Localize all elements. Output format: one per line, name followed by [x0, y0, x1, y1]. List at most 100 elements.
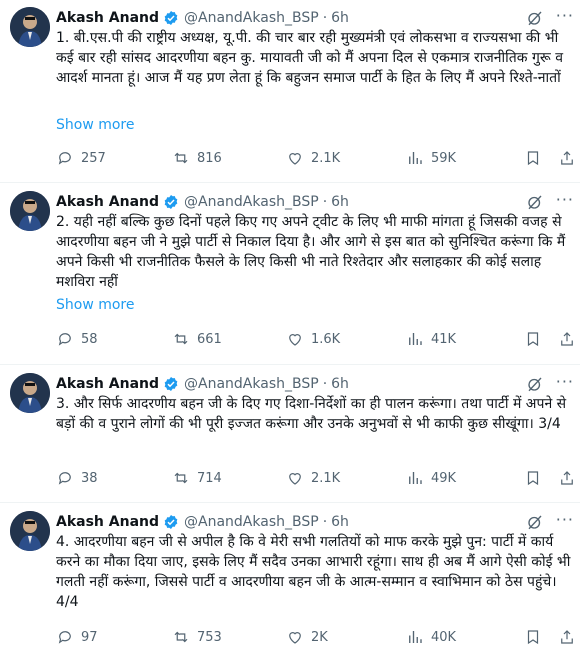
share-icon: [561, 151, 573, 165]
tweet-feed: Akash Anand @AnandAkash_BSP · 6h ··· 1. …: [0, 0, 580, 655]
views-button[interactable]: 59K: [406, 149, 456, 167]
timestamp[interactable]: 6h: [331, 10, 349, 26]
grok-icon[interactable]: [526, 513, 544, 531]
avatar[interactable]: [10, 373, 50, 413]
like-button[interactable]: 1.6K: [286, 330, 340, 348]
like-button[interactable]: 2.1K: [286, 469, 340, 487]
view-count: 59K: [431, 150, 457, 166]
bookmark-icon: [527, 471, 539, 486]
more-icon[interactable]: ···: [556, 374, 574, 390]
like-button[interactable]: 2.1K: [286, 149, 340, 167]
grok-icon[interactable]: [526, 375, 544, 393]
reply-count: 58: [81, 331, 98, 347]
repost-button[interactable]: 753: [172, 628, 222, 646]
bookmark-button[interactable]: [524, 469, 549, 487]
reply-button[interactable]: 257: [56, 149, 106, 167]
tweet[interactable]: Akash Anand @AnandAkash_BSP · 6h ··· 4. …: [0, 504, 580, 655]
bookmark-button[interactable]: [524, 330, 549, 348]
like-icon: [289, 153, 301, 165]
tweet-header: Akash Anand @AnandAkash_BSP · 6h: [56, 192, 349, 212]
view-count: 40K: [431, 629, 457, 645]
tweet-header: Akash Anand @AnandAkash_BSP · 6h: [56, 512, 349, 532]
bookmark-icon: [527, 332, 539, 347]
share-button[interactable]: [558, 628, 580, 646]
verified-badge-icon: [164, 11, 178, 25]
views-icon: [409, 152, 422, 164]
tweet-text: 4. आदरणीया बहन जी से अपील है कि वे मेरी …: [56, 534, 571, 610]
reply-button[interactable]: 38: [56, 469, 98, 487]
separator-dot: ·: [322, 376, 328, 392]
reply-count: 38: [81, 470, 98, 486]
author-handle[interactable]: @AnandAkash_BSP: [184, 10, 319, 26]
like-icon: [289, 632, 301, 644]
more-icon[interactable]: ···: [556, 512, 574, 528]
views-button[interactable]: 40K: [406, 628, 456, 646]
avatar[interactable]: [10, 7, 50, 47]
more-icon[interactable]: ···: [556, 8, 574, 24]
tweet[interactable]: Akash Anand @AnandAkash_BSP · 6h ··· 3. …: [0, 366, 580, 503]
share-button[interactable]: [558, 469, 580, 487]
separator-dot: ·: [322, 194, 328, 210]
share-icon: [561, 630, 573, 644]
show-more-link[interactable]: Show more: [56, 117, 135, 133]
reply-button[interactable]: 97: [56, 628, 98, 646]
show-more-link[interactable]: Show more: [56, 297, 135, 313]
author-handle[interactable]: @AnandAkash_BSP: [184, 514, 319, 530]
timestamp[interactable]: 6h: [331, 376, 349, 392]
tweet-text: 1. बी.एस.पी की राष्ट्रीय अध्यक्ष, यू.पी.…: [56, 30, 563, 86]
author-name[interactable]: Akash Anand: [56, 376, 159, 392]
verified-badge-icon: [164, 515, 178, 529]
like-count: 1.6K: [311, 331, 341, 347]
avatar[interactable]: [10, 191, 50, 231]
view-count: 49K: [431, 470, 457, 486]
views-icon: [409, 472, 422, 484]
author-name[interactable]: Akash Anand: [56, 194, 159, 210]
share-button[interactable]: [558, 330, 580, 348]
tweet-actions: 97 753 2K 40K: [56, 628, 576, 648]
bookmark-button[interactable]: [524, 628, 549, 646]
repost-button[interactable]: 661: [172, 330, 222, 348]
grok-icon[interactable]: [526, 193, 544, 211]
view-count: 41K: [431, 331, 457, 347]
views-icon: [409, 631, 422, 643]
grok-icon[interactable]: [526, 9, 544, 27]
repost-button[interactable]: 816: [172, 149, 222, 167]
tweet[interactable]: Akash Anand @AnandAkash_BSP · 6h ··· 1. …: [0, 0, 580, 183]
repost-icon: [174, 152, 188, 164]
views-icon: [409, 333, 422, 345]
repost-count: 753: [197, 629, 222, 645]
author-name[interactable]: Akash Anand: [56, 10, 159, 26]
timestamp[interactable]: 6h: [331, 514, 349, 530]
avatar[interactable]: [10, 511, 50, 551]
tweet-actions: 58 661 1.6K 41K: [56, 330, 576, 350]
repost-icon: [174, 333, 188, 345]
bookmark-button[interactable]: [524, 149, 549, 167]
views-button[interactable]: 41K: [406, 330, 456, 348]
share-icon: [561, 332, 573, 346]
views-button[interactable]: 49K: [406, 469, 456, 487]
tweet-actions: 38 714 2.1K 49K: [56, 469, 576, 489]
reply-icon: [58, 631, 71, 644]
share-icon: [561, 471, 573, 485]
share-button[interactable]: [558, 149, 580, 167]
author-name[interactable]: Akash Anand: [56, 514, 159, 530]
like-count: 2K: [311, 629, 328, 645]
reply-icon: [58, 472, 71, 485]
tweet-text: 2. यही नहीं बल्कि कुछ दिनों पहले किए गए …: [56, 214, 566, 290]
like-icon: [289, 473, 301, 485]
verified-badge-icon: [164, 195, 178, 209]
repost-icon: [174, 631, 188, 643]
separator-dot: ·: [322, 514, 328, 530]
author-handle[interactable]: @AnandAkash_BSP: [184, 376, 319, 392]
tweet[interactable]: Akash Anand @AnandAkash_BSP · 6h ··· 2. …: [0, 184, 580, 365]
separator-dot: ·: [322, 10, 328, 26]
more-icon[interactable]: ···: [556, 192, 574, 208]
timestamp[interactable]: 6h: [331, 194, 349, 210]
reply-icon: [58, 152, 71, 165]
repost-count: 714: [197, 470, 222, 486]
like-icon: [289, 334, 301, 346]
reply-button[interactable]: 58: [56, 330, 98, 348]
author-handle[interactable]: @AnandAkash_BSP: [184, 194, 319, 210]
repost-button[interactable]: 714: [172, 469, 222, 487]
like-button[interactable]: 2K: [286, 628, 328, 646]
